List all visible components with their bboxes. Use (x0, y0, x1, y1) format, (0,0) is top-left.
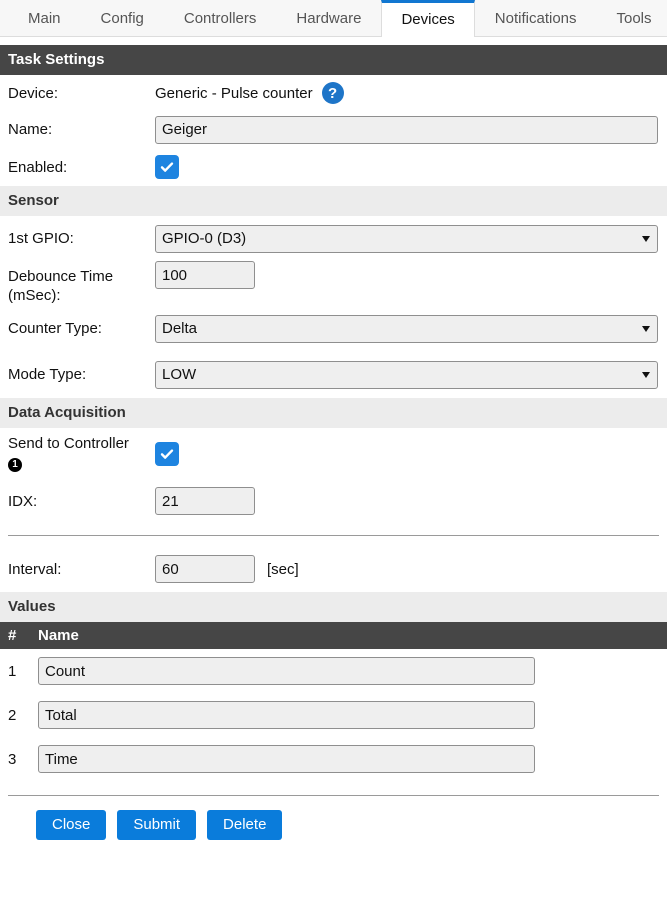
controller-number-badge: 1 (8, 458, 22, 472)
counter-type-select[interactable]: Delta (155, 314, 658, 343)
tab-label: Main (28, 10, 61, 27)
tab-hardware[interactable]: Hardware (276, 0, 381, 36)
close-button[interactable]: Close (36, 810, 107, 840)
idx-row: IDX: (0, 480, 667, 522)
tab-label: Notifications (494, 10, 577, 27)
send-to-controller-row: Send to Controller 1 (0, 428, 667, 480)
chevron-down-icon (642, 235, 650, 242)
interval-row: Interval: [sec] (0, 546, 667, 592)
gpio-field-container: GPIO-0 (D3) (155, 224, 659, 253)
values-table-header: # Name (0, 622, 667, 649)
debounce-input[interactable] (155, 261, 255, 289)
counter-type-label: Counter Type: (8, 320, 102, 337)
name-field-container (155, 115, 659, 144)
tab-controllers[interactable]: Controllers (164, 0, 277, 36)
tab-label: Tools (616, 10, 652, 27)
value-row-number: 3 (8, 750, 17, 768)
mode-type-row: Mode Type: LOW (0, 351, 667, 398)
tab-config[interactable]: Config (81, 0, 164, 36)
main-navigation-tabs: Main Config Controllers Hardware Devices… (0, 0, 667, 37)
tab-notifications[interactable]: Notifications (475, 0, 597, 36)
gpio-label: 1st GPIO: (8, 230, 74, 247)
device-value-container: Generic - Pulse counter ? (155, 82, 659, 104)
device-value: Generic - Pulse counter (155, 84, 313, 102)
check-icon (160, 449, 174, 459)
chevron-down-icon (642, 325, 650, 332)
gpio-select[interactable]: GPIO-0 (D3) (155, 224, 658, 253)
values-section-header: Values (0, 592, 667, 622)
value-name-input[interactable] (38, 701, 535, 729)
send-to-controller-text: Send to Controller (8, 435, 129, 452)
send-to-controller-field-container (155, 428, 659, 466)
table-row: 2 (0, 693, 667, 737)
enabled-label: Enabled: (8, 158, 68, 176)
enabled-row: Enabled: (0, 148, 667, 186)
tab-label: Hardware (296, 10, 362, 27)
counter-type-selected-value: Delta (162, 320, 198, 337)
pre-footer-gap (0, 781, 667, 795)
debounce-field-container (155, 261, 659, 289)
device-label: Device: (8, 84, 59, 102)
device-row: Device: Generic - Pulse counter ? (0, 75, 667, 111)
interval-field-container: [sec] (155, 555, 659, 583)
tabbar-content-gap (0, 37, 667, 45)
tab-label: Devices (401, 11, 455, 28)
value-name-field-container (38, 745, 535, 773)
value-row-number: 1 (8, 662, 17, 680)
tab-devices[interactable]: Devices (381, 0, 475, 37)
chevron-down-icon (642, 371, 650, 378)
debounce-label-line1: Debounce Time (8, 268, 114, 285)
debounce-row: Debounce Time (mSec): (0, 261, 667, 306)
idx-input[interactable] (155, 487, 255, 515)
check-icon (160, 162, 174, 172)
interval-unit-label: [sec] (267, 560, 299, 578)
send-to-controller-checkbox[interactable] (155, 442, 179, 466)
name-label: Name: (8, 121, 53, 138)
tab-main[interactable]: Main (8, 0, 81, 36)
send-to-controller-label: Send to Controller 1 (8, 428, 155, 472)
debounce-label-line2: (mSec): (8, 287, 61, 304)
enabled-checkbox[interactable] (155, 155, 179, 179)
submit-button[interactable]: Submit (117, 810, 197, 840)
values-column-name: Name (38, 627, 79, 644)
footer-actions: Close Submit Delete (0, 796, 667, 840)
gpio-row: 1st GPIO: GPIO-0 (D3) (0, 216, 667, 261)
mode-type-selected-value: LOW (162, 366, 197, 383)
debounce-label: Debounce Time (mSec): (8, 261, 155, 305)
gpio-selected-value: GPIO-0 (D3) (162, 230, 247, 247)
tab-label: Config (100, 10, 144, 27)
name-input[interactable] (155, 115, 658, 144)
value-name-field-container (38, 657, 535, 685)
counter-type-field-container: Delta (155, 314, 659, 343)
help-icon[interactable]: ? (321, 82, 344, 104)
sensor-section-header: Sensor (0, 186, 667, 216)
values-column-number: # (8, 627, 17, 644)
value-name-input[interactable] (38, 657, 535, 685)
post-divider-gap (0, 536, 667, 546)
mode-type-select[interactable]: LOW (155, 360, 658, 389)
idx-label: IDX: (8, 492, 38, 510)
counter-type-row: Counter Type: Delta (0, 306, 667, 351)
interval-label: Interval: (8, 560, 62, 578)
enabled-field-container (155, 155, 659, 179)
name-row: Name: (0, 111, 667, 148)
pre-divider-gap (0, 522, 667, 535)
mode-type-field-container: LOW (155, 360, 659, 389)
value-row-number: 2 (8, 706, 17, 724)
value-name-field-container (38, 701, 535, 729)
task-settings-header: Task Settings (0, 45, 667, 75)
data-acquisition-section-header: Data Acquisition (0, 398, 667, 428)
delete-button[interactable]: Delete (207, 810, 283, 840)
interval-input[interactable] (155, 555, 255, 583)
mode-type-label: Mode Type: (8, 366, 87, 383)
table-row: 3 (0, 737, 667, 781)
table-row: 1 (0, 649, 667, 693)
value-name-input[interactable] (38, 745, 535, 773)
tab-tools[interactable]: Tools (597, 0, 667, 36)
idx-field-container (155, 487, 659, 515)
tab-label: Controllers (183, 10, 257, 27)
